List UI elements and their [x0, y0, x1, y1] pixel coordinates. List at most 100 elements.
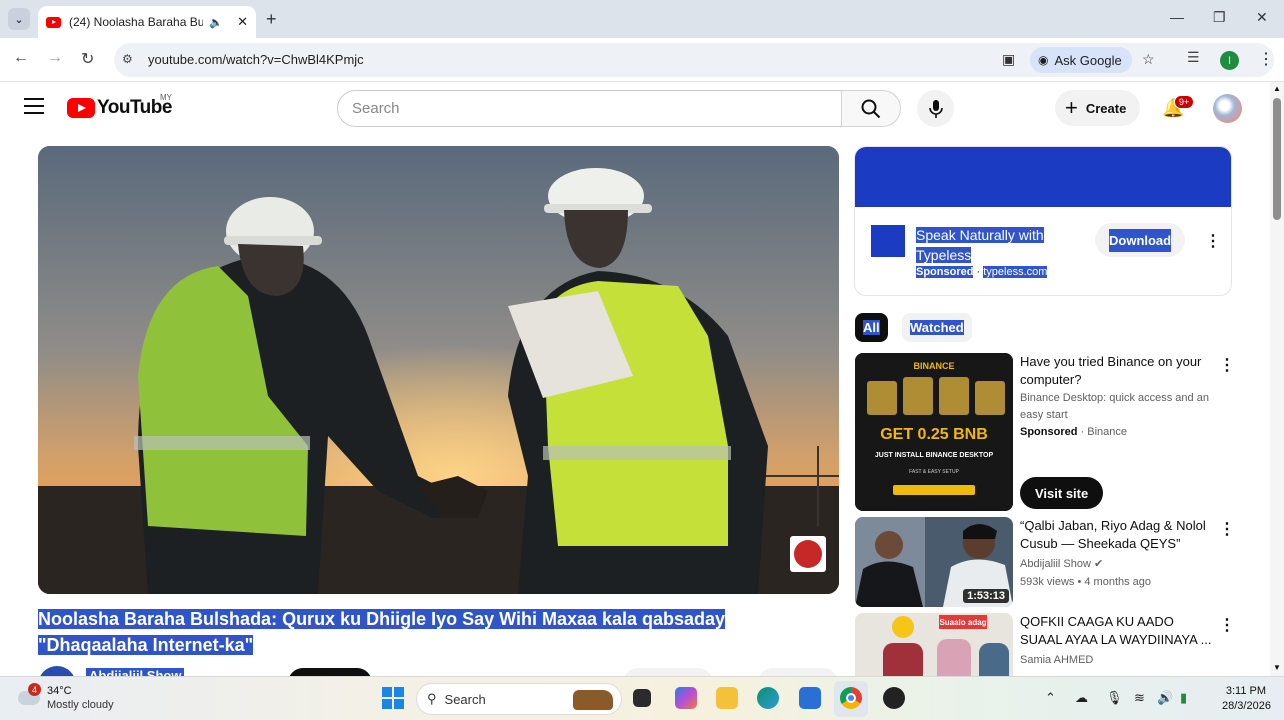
- thumb-tag: FAST & EASY SETUP: [909, 469, 959, 475]
- country-code: MY: [160, 93, 172, 102]
- speaker-icon[interactable]: 🔈: [209, 16, 223, 29]
- edge-icon[interactable]: [757, 687, 779, 709]
- rec-meta: 593k views • 4 months ago: [1020, 576, 1152, 588]
- video-player[interactable]: [38, 146, 839, 594]
- search-icon: ⚲: [427, 691, 437, 706]
- weather-widget[interactable]: 4 34°C Mostly cloudy: [18, 683, 138, 715]
- search-input[interactable]: Search: [337, 90, 842, 127]
- account-avatar[interactable]: [1213, 94, 1242, 123]
- create-button[interactable]: + Create: [1055, 90, 1141, 126]
- address-bar[interactable]: ⚙ youtube.com/watch?v=ChwBl4KPmjc ▣ ◉ As…: [114, 43, 1274, 77]
- ad-title-text: Speak Naturally with Typeless: [916, 227, 1044, 263]
- store-icon[interactable]: [799, 687, 821, 709]
- system-clock[interactable]: 3:11 PM 28/3/2026: [1222, 684, 1271, 714]
- restore-icon[interactable]: ❐: [1213, 9, 1226, 26]
- weather-badge: 4: [28, 683, 41, 696]
- video-title: Noolasha Baraha Bulshada: Qurux ku Dhiig…: [38, 606, 839, 658]
- visit-site-button[interactable]: Visit site: [1020, 477, 1104, 509]
- url-text[interactable]: youtube.com/watch?v=ChwBl4KPmjc: [148, 52, 364, 67]
- youtube-header: YouTube MY Search + Create 🔔 9+: [0, 82, 1270, 136]
- show-hidden-icons[interactable]: ⌃: [1045, 690, 1056, 706]
- browser-menu-icon[interactable]: ⋮: [1258, 49, 1274, 69]
- forward-icon[interactable]: →: [47, 49, 63, 67]
- guide-menu-icon[interactable]: [24, 98, 44, 114]
- close-tab-icon[interactable]: ✕: [237, 14, 248, 30]
- thumb-sub: JUST INSTALL BINANCE DESKTOP: [875, 452, 994, 459]
- rec-more-icon[interactable]: ⋮: [1219, 615, 1235, 635]
- scroll-up-icon[interactable]: ▲: [1273, 84, 1281, 93]
- rec-more-icon[interactable]: ⋮: [1219, 519, 1235, 539]
- rec-channel-name: Abdijaliil Show: [1020, 558, 1091, 570]
- taskbar-search-label: Search: [444, 691, 486, 707]
- window-close-icon[interactable]: ✕: [1256, 9, 1268, 26]
- taskbar-search[interactable]: ⚲ Search: [416, 683, 622, 715]
- rec-title[interactable]: “Qalbi Jaban, Riyo Adag & Nolol Cusub — …: [1020, 517, 1212, 553]
- back-icon[interactable]: ←: [13, 49, 29, 67]
- bookmark-star-icon[interactable]: ☆: [1142, 51, 1155, 68]
- search-button[interactable]: [841, 90, 901, 127]
- binance-thumbnail[interactable]: BINANCE GET 0.25 BNB JUST INSTALL BINANC…: [855, 353, 1013, 511]
- video-thumbnail[interactable]: 1:53:13: [855, 517, 1013, 607]
- ad-sponsored-label: Sponsored: [916, 266, 974, 278]
- ad-download-button[interactable]: Download: [1095, 223, 1186, 257]
- thumb-tag: Suaalo adag: [939, 618, 986, 627]
- rec-title[interactable]: Have you tried Binance on your computer?: [1020, 353, 1212, 389]
- ad-download-label: Download: [1109, 228, 1172, 252]
- youtube-logo[interactable]: YouTube MY: [67, 93, 172, 119]
- start-button[interactable]: [382, 687, 404, 709]
- browser-tab-strip: ⌄ (24) Noolasha Baraha Bulsha 🔈 ✕ + — ❐ …: [0, 0, 1284, 38]
- video-duration: 1:53:13: [963, 589, 1009, 603]
- scrollbar-thumb[interactable]: [1273, 98, 1281, 220]
- microphone-tray-icon[interactable]: 🎙: [1106, 690, 1123, 706]
- site-info-icon[interactable]: ⚙: [122, 52, 133, 66]
- install-app-icon[interactable]: ▣: [1002, 51, 1015, 68]
- list-item[interactable]: 1:53:13 “Qalbi Jaban, Riyo Adag & Nolol …: [855, 517, 1265, 607]
- copilot-icon[interactable]: [675, 687, 697, 709]
- ad-title[interactable]: Speak Naturally with Typeless: [916, 225, 1066, 265]
- verified-icon: ✔: [1094, 558, 1104, 570]
- chevron-down-icon: ⌄: [14, 13, 24, 26]
- youtube-play-icon: [67, 98, 95, 118]
- plus-icon: +: [1065, 95, 1078, 120]
- chrome-taskbar-button[interactable]: [834, 681, 868, 717]
- chip-all[interactable]: All: [855, 313, 888, 342]
- rec-channel[interactable]: Samia AHMED: [1020, 652, 1210, 669]
- chip-all-label: All: [863, 320, 880, 335]
- video-frame: [38, 146, 839, 594]
- file-explorer-icon[interactable]: [716, 687, 738, 709]
- rec-more-icon[interactable]: ⋮: [1219, 355, 1235, 375]
- list-item[interactable]: Suaalo adag QOFKII CAAGA KU AADO SUAAL A…: [855, 613, 1265, 676]
- media-controls-icon[interactable]: ☰: [1187, 49, 1200, 66]
- battery-icon[interactable]: ▮: [1180, 690, 1187, 706]
- wifi-icon[interactable]: ≋: [1134, 690, 1145, 706]
- new-tab-icon[interactable]: +: [266, 9, 277, 30]
- weather-description: Mostly cloudy: [47, 699, 114, 711]
- tab-search-button[interactable]: ⌄: [8, 8, 30, 30]
- voice-search-button[interactable]: [917, 90, 954, 127]
- list-item[interactable]: BINANCE GET 0.25 BNB JUST INSTALL BINANC…: [855, 353, 1265, 513]
- ad-banner[interactable]: [855, 147, 1231, 207]
- task-view-icon[interactable]: [633, 689, 651, 707]
- reload-icon[interactable]: ↻: [81, 49, 94, 69]
- minimize-icon[interactable]: —: [1170, 9, 1184, 25]
- rec-sponsored-label: Sponsored: [1020, 426, 1078, 438]
- channel-watermark[interactable]: [790, 536, 826, 572]
- microphone-icon: [928, 99, 943, 118]
- volume-icon[interactable]: 🔊: [1157, 690, 1173, 706]
- onedrive-icon[interactable]: ☁: [1075, 690, 1088, 706]
- ask-google-button[interactable]: ◉ Ask Google: [1030, 47, 1132, 73]
- profile-avatar[interactable]: I: [1220, 51, 1239, 70]
- rec-channel[interactable]: Abdijaliil Show ✔: [1020, 556, 1210, 573]
- ad-more-icon[interactable]: ⋮: [1205, 231, 1221, 251]
- rec-title[interactable]: QOFKII CAAGA KU AADO SUAAL AYAA LA WAYDI…: [1020, 613, 1212, 649]
- video-thumbnail[interactable]: Suaalo adag: [855, 613, 1013, 676]
- active-tab[interactable]: (24) Noolasha Baraha Bulsha 🔈 ✕: [38, 6, 256, 38]
- chip-watched[interactable]: Watched: [902, 313, 972, 342]
- video-title-text: Noolasha Baraha Bulshada: Qurux ku Dhiig…: [38, 609, 726, 655]
- scroll-down-icon[interactable]: ▼: [1273, 663, 1281, 672]
- sponsored-ad-card[interactable]: Speak Naturally with Typeless Sponsored …: [854, 146, 1232, 296]
- page-scrollbar[interactable]: ▲ ▼: [1270, 82, 1284, 676]
- create-label: Create: [1085, 100, 1127, 116]
- app-icon[interactable]: [883, 687, 905, 709]
- rec-advertiser: Binance: [1087, 426, 1128, 438]
